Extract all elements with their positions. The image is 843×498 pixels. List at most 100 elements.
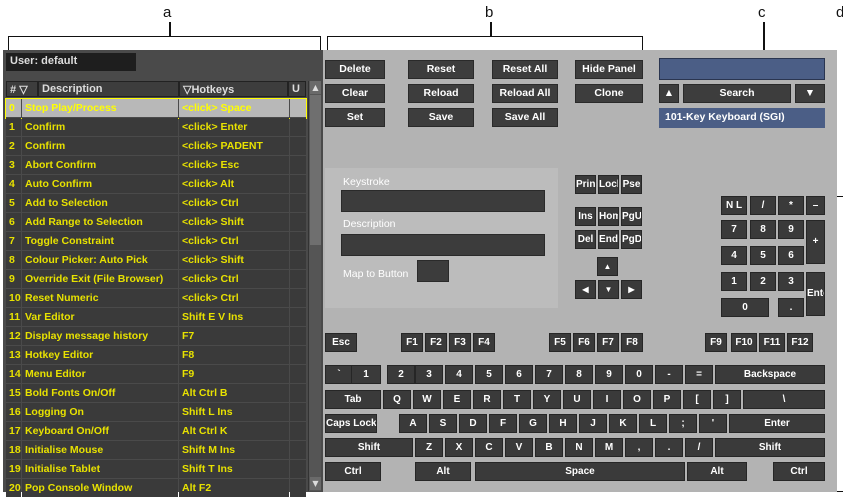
key-ctrl[interactable]: Ctrl (325, 462, 381, 481)
key-f6[interactable]: F6 (573, 333, 595, 352)
key-minus[interactable]: - (655, 365, 683, 384)
key-l[interactable]: L (639, 414, 667, 433)
save-all-button[interactable]: Save All (492, 108, 558, 127)
key-pgdn[interactable]: PgDn (621, 230, 642, 249)
reset-button[interactable]: Reset (408, 60, 474, 79)
key-y[interactable]: Y (533, 390, 561, 409)
table-row[interactable]: 10 Reset Numeric <click> Ctrl (6, 289, 306, 308)
col-header-hotkeys[interactable]: ▽Hotkeys (179, 81, 288, 97)
key-f10[interactable]: F10 (731, 333, 757, 352)
key-end[interactable]: End (598, 230, 619, 249)
arrow-down-icon[interactable]: ▼ (598, 280, 619, 299)
key-period[interactable]: . (655, 438, 683, 457)
key-n[interactable]: N (565, 438, 593, 457)
search-next-icon[interactable]: ▼ (795, 84, 825, 103)
key-home[interactable]: Home (598, 207, 619, 226)
key-d6[interactable]: 6 (505, 365, 533, 384)
key-a[interactable]: A (399, 414, 427, 433)
key-d2[interactable]: 2 (387, 365, 415, 384)
key-tab[interactable]: Tab (325, 390, 381, 409)
key-w[interactable]: W (413, 390, 441, 409)
key-e[interactable]: E (443, 390, 471, 409)
table-row[interactable]: 16 Logging On Shift L Ins (6, 403, 306, 422)
table-row[interactable]: 19 Initialise Tablet Shift T Ins (6, 460, 306, 479)
key-ins[interactable]: Ins (575, 207, 596, 226)
key-p[interactable]: P (653, 390, 681, 409)
key-backtick[interactable]: ` (325, 365, 353, 384)
table-row[interactable]: 15 Bold Fonts On/Off Alt Ctrl B (6, 384, 306, 403)
table-row[interactable]: 11 Var Editor Shift E V Ins (6, 308, 306, 327)
key-f8[interactable]: F8 (621, 333, 643, 352)
reset-all-button[interactable]: Reset All (492, 60, 558, 79)
key-slash[interactable]: / (685, 438, 713, 457)
key-x[interactable]: X (445, 438, 473, 457)
key-m[interactable]: M (595, 438, 623, 457)
arrow-left-icon[interactable]: ◀ (575, 280, 596, 299)
table-row[interactable]: 18 Initialise Mouse Shift M Ins (6, 441, 306, 460)
key-k[interactable]: K (609, 414, 637, 433)
key-np9[interactable]: 9 (778, 220, 804, 239)
key-f2[interactable]: F2 (425, 333, 447, 352)
key-o[interactable]: O (623, 390, 651, 409)
key-d9[interactable]: 9 (595, 365, 623, 384)
key-shift[interactable]: Shift (715, 438, 825, 457)
key-d3[interactable]: 3 (415, 365, 443, 384)
key-print[interactable]: Print (575, 175, 596, 194)
key-quote[interactable]: ' (699, 414, 727, 433)
key-pse[interactable]: Pse (621, 175, 642, 194)
key-f12[interactable]: F12 (787, 333, 813, 352)
key-d1[interactable]: 1 (351, 365, 381, 384)
key-np4[interactable]: 4 (721, 246, 747, 265)
table-row[interactable]: 7 Toggle Constraint <click> Ctrl (6, 232, 306, 251)
key-s[interactable]: S (429, 414, 457, 433)
key-np1[interactable]: 1 (721, 272, 747, 291)
key-np-enter[interactable]: Enter (806, 272, 825, 316)
key-np-minus[interactable]: – (806, 196, 825, 215)
col-header-u[interactable]: U (288, 81, 306, 97)
key-f[interactable]: F (489, 414, 517, 433)
hide-panel-button[interactable]: Hide Panel (575, 60, 643, 79)
key-f5[interactable]: F5 (549, 333, 571, 352)
col-header-num[interactable]: # ▽ (6, 81, 38, 97)
key-backspace[interactable]: Backspace (715, 365, 825, 384)
table-row[interactable]: 12 Display message history F7 (6, 327, 306, 346)
key-z[interactable]: Z (415, 438, 443, 457)
reload-all-button[interactable]: Reload All (492, 84, 558, 103)
key-shift[interactable]: Shift (325, 438, 413, 457)
key-u[interactable]: U (563, 390, 591, 409)
key-i[interactable]: I (593, 390, 621, 409)
key-lbr[interactable]: [ (683, 390, 711, 409)
col-header-description[interactable]: Description (38, 81, 179, 97)
search-input[interactable] (659, 58, 825, 80)
key-d7[interactable]: 7 (535, 365, 563, 384)
map-to-button-field[interactable] (417, 260, 449, 282)
key-c[interactable]: C (475, 438, 503, 457)
table-row[interactable]: 13 Hotkey Editor F8 (6, 346, 306, 365)
search-button[interactable]: Search (683, 84, 791, 103)
key-np-slash[interactable]: / (750, 196, 776, 215)
keyboard-type-select[interactable]: 101-Key Keyboard (SGI) (659, 108, 825, 128)
key-d4[interactable]: 4 (445, 365, 473, 384)
arrow-up-icon[interactable]: ▲ (597, 257, 618, 276)
key-f7[interactable]: F7 (597, 333, 619, 352)
delete-button[interactable]: Delete (325, 60, 385, 79)
key-np7[interactable]: 7 (721, 220, 747, 239)
clone-button[interactable]: Clone (575, 84, 643, 103)
table-row[interactable]: 8 Colour Picker: Auto Pick <click> Shift (6, 251, 306, 270)
scroll-down-icon[interactable]: ▼ (310, 477, 321, 490)
key-space[interactable]: Space (475, 462, 685, 481)
key-lock[interactable]: Lock (598, 175, 619, 194)
key-alt[interactable]: Alt (687, 462, 747, 481)
key-r[interactable]: R (473, 390, 501, 409)
key-f9[interactable]: F9 (705, 333, 727, 352)
key-f1[interactable]: F1 (401, 333, 423, 352)
scroll-up-icon[interactable]: ▲ (310, 81, 321, 94)
table-row[interactable]: 20 Pop Console Window Alt F2 (6, 479, 306, 498)
key-h[interactable]: H (549, 414, 577, 433)
key-enter[interactable]: Enter (729, 414, 825, 433)
key-bslash[interactable]: \ (743, 390, 825, 409)
key-semi[interactable]: ; (669, 414, 697, 433)
table-row[interactable]: 14 Menu Editor F9 (6, 365, 306, 384)
key-np0[interactable]: 0 (721, 298, 769, 317)
scroll-thumb[interactable] (310, 95, 321, 245)
